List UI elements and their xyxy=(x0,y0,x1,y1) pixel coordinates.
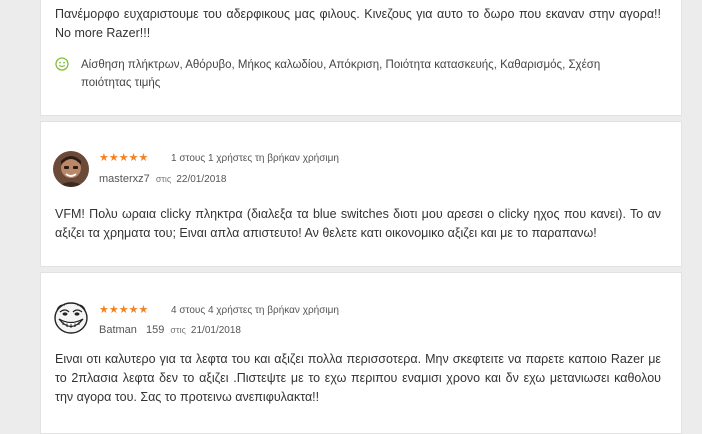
username-link[interactable]: masterxz7 xyxy=(99,173,150,185)
review-text: Ειναι οτι καλυτερο για τα λεφτα του και … xyxy=(55,352,661,404)
review-card: ★★★★★ 1 στους 1 χρήστες τη βρήκαν χρήσιμ… xyxy=(40,121,682,267)
user-avatar-photo xyxy=(53,151,89,187)
review-date: 21/01/2018 xyxy=(190,325,241,336)
pros-text: Αίσθηση πλήκτρων, Αθόρυβο, Μήκος καλωδίο… xyxy=(81,59,601,89)
pros-list: Αίσθηση πλήκτρων, Αθόρυβο, Μήκος καλωδίο… xyxy=(55,56,615,92)
review-date: 22/01/2018 xyxy=(176,174,227,185)
review-meta: masterxz7 στις 22/01/2018 xyxy=(99,172,226,187)
rating-stars: ★★★★★ xyxy=(99,304,149,316)
username-link[interactable]: Batman xyxy=(99,324,137,336)
review-text: VFM! Πολυ ωραια clicky πληκτρα (διαλεξα … xyxy=(55,207,661,240)
helpful-count: 4 στους 4 χρήστες τη βρήκαν χρήσιμη xyxy=(171,305,339,316)
review-card: ★★★★★ 4 στους 4 χρήστες τη βρήκαν χρήσιμ… xyxy=(40,272,682,434)
avatar[interactable] xyxy=(53,300,89,336)
smile-icon xyxy=(55,57,69,71)
date-prefix: στις xyxy=(155,174,172,184)
trollface-avatar xyxy=(53,300,89,336)
avatar[interactable] xyxy=(53,151,89,187)
user-points: 159 xyxy=(145,324,165,336)
helpful-count: 1 στους 1 χρήστες τη βρήκαν χρήσιμη xyxy=(171,153,339,164)
date-prefix: στις xyxy=(170,325,186,335)
review-meta: Batman 159 στις 21/01/2018 xyxy=(99,323,241,338)
review-card: Πανέμορφο ευχαριστουμε του αδερφικους μα… xyxy=(40,0,682,116)
review-text: Πανέμορφο ευχαριστουμε του αδερφικους μα… xyxy=(55,7,661,40)
rating-stars: ★★★★★ xyxy=(99,152,149,164)
